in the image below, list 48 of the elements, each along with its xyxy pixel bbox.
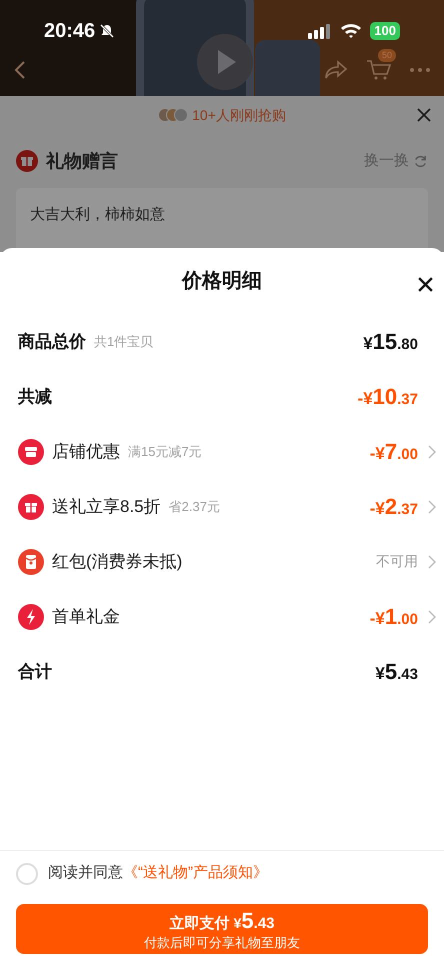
more-icon[interactable] [410, 68, 430, 72]
section-title: 礼物赠言 [46, 150, 118, 172]
share-icon[interactable] [324, 60, 348, 80]
wifi-icon [340, 23, 362, 39]
mute-icon [99, 23, 116, 39]
chevron-icon [428, 610, 436, 624]
status-time: 20:46 [44, 19, 96, 44]
agreement-text: 阅读并同意《“送礼物”产品须知》 [48, 863, 268, 884]
gift-message: 大吉大利，柿柿如意 [30, 205, 165, 225]
row-value: -¥10.37 [358, 383, 418, 411]
row-label: 共减 [18, 386, 52, 408]
cart-icon[interactable] [366, 59, 392, 81]
terms-link[interactable]: 《“送礼物”产品须知》 [123, 864, 268, 882]
refresh-icon [413, 154, 428, 168]
chevron-icon [428, 500, 436, 514]
row-label: 送礼立享8.5折 [52, 496, 161, 518]
pay-button[interactable]: 立即支付 ¥5.43 付款后即可分享礼物至朋友 [16, 904, 428, 954]
gift-icon [16, 150, 38, 172]
close-icon[interactable] [417, 276, 434, 293]
lightning-icon [18, 604, 44, 630]
battery-indicator: 100 [370, 22, 400, 40]
chevron-icon [428, 444, 436, 458]
chevron-icon [428, 554, 436, 568]
agree-checkbox[interactable] [16, 862, 38, 884]
buyers-text: 10+人刚刚抢购 [192, 106, 286, 124]
store-icon [18, 438, 44, 464]
row-label: 店铺优惠 [52, 440, 120, 463]
row-label: 合计 [18, 660, 52, 683]
play-icon[interactable] [197, 34, 253, 90]
row-value: -¥1.00 [370, 603, 418, 631]
row-note: 省2.37元 [168, 498, 220, 516]
shuffle-button[interactable]: 换一换 [364, 150, 428, 172]
row-label: 首单礼金 [52, 606, 120, 628]
back-icon[interactable] [14, 60, 26, 80]
row-value: ¥5.43 [375, 658, 418, 686]
row-value: -¥7.00 [370, 438, 418, 466]
gift-icon [18, 494, 44, 520]
avatar [174, 108, 188, 122]
row-value: -¥2.37 [370, 493, 418, 521]
row-note: 共1件宝贝 [94, 332, 154, 351]
row-value: ¥15.80 [363, 328, 418, 356]
signal-icon [308, 23, 332, 39]
row-note: 满15元减7元 [128, 442, 202, 461]
sheet-title: 价格明细 [182, 269, 262, 294]
envelope-icon [18, 548, 44, 574]
row-label: 商品总价 [18, 330, 86, 353]
row-value: 不可用 [376, 552, 418, 571]
row-label: 红包(消费券未抵) [52, 550, 182, 573]
